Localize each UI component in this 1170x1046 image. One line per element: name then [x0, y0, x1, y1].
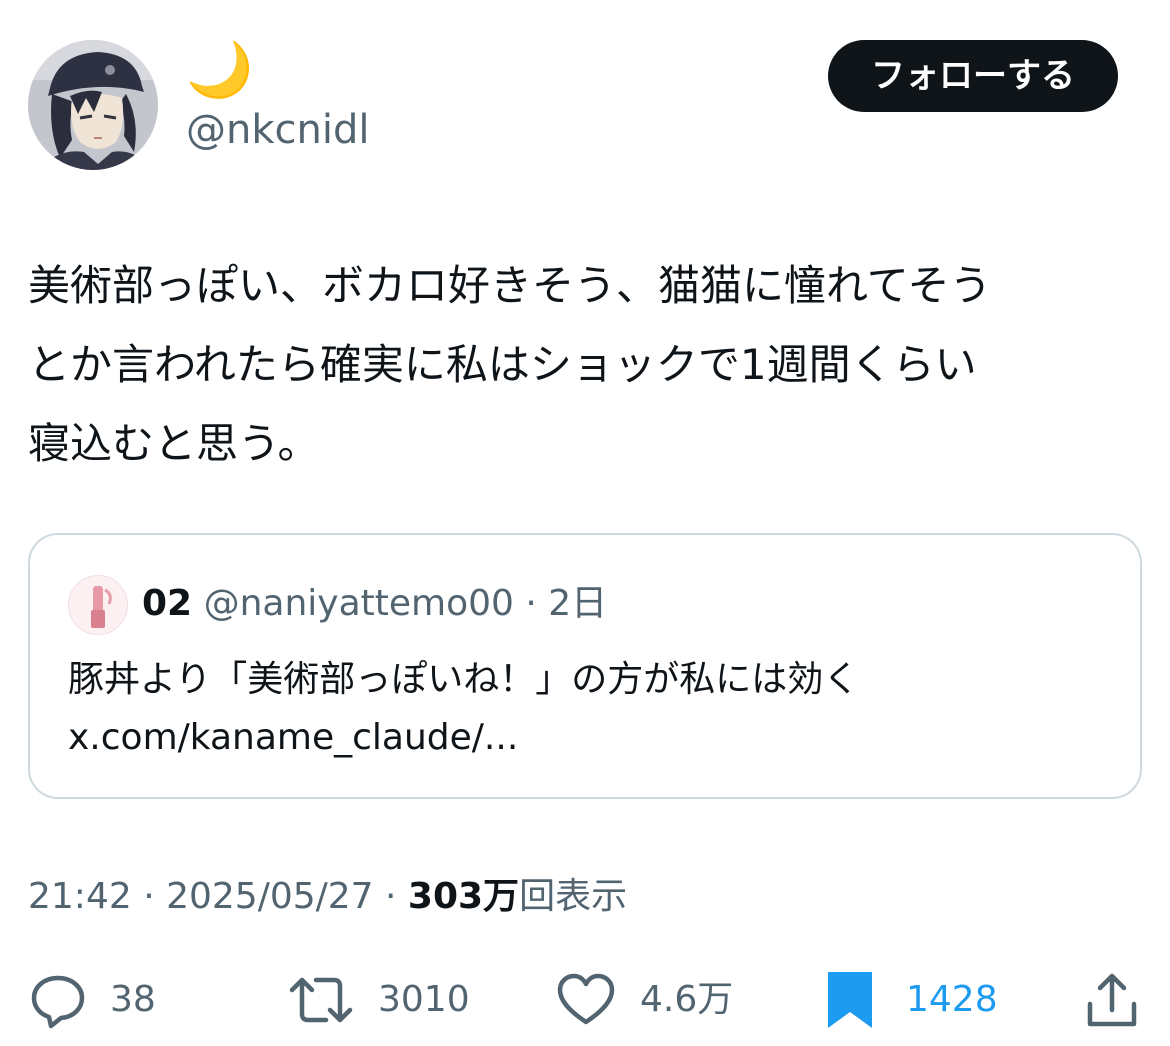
tweet-text: 美術部っぽい、ボカロ好きそう、猫猫に憧れてそう とか言われたら確実に私はショック… [28, 261, 992, 468]
share-button[interactable] [1084, 970, 1140, 1030]
bookmark-icon [828, 972, 872, 1028]
quoted-header: 02 @naniyattemo00 · 2日 [142, 579, 607, 629]
like-button[interactable]: 4.6万 [554, 970, 733, 1030]
quoted-author-avatar [68, 575, 128, 635]
heart-icon [557, 973, 615, 1025]
like-count: 4.6万 [640, 979, 734, 1020]
views-count: 303万 [407, 876, 520, 917]
author-display-name[interactable]: 🌙 [186, 40, 253, 100]
avatar-image [28, 40, 158, 170]
reply-button[interactable]: 38 [28, 970, 156, 1030]
quoted-handle-time: @naniyattemo00 · 2日 [203, 583, 608, 624]
bookmark-count: 1428 [906, 979, 998, 1020]
quoted-tweet-card[interactable]: 02 @naniyattemo00 · 2日 豚丼より「美術部っぽいね！」の方が… [28, 533, 1142, 799]
quoted-author-name: 02 [142, 583, 193, 624]
bookmark-button[interactable]: 1428 [826, 970, 998, 1030]
retweet-button[interactable]: 3010 [286, 970, 470, 1030]
author-avatar[interactable] [28, 40, 158, 170]
lipstick-icon [69, 576, 127, 634]
follow-button[interactable]: フォローする [828, 40, 1118, 112]
tweet-meta: 21:42 · 2025/05/27 · 303万回表示 [28, 872, 627, 922]
reply-count: 38 [110, 979, 156, 1020]
quoted-text-block: 豚丼より「美術部っぽいね！」の方が私には効く x.com/kaname_clau… [68, 651, 1108, 767]
tweet-timestamp[interactable]: 21:42 · 2025/05/27 · [28, 876, 408, 917]
views-label: 回表示 [519, 876, 628, 917]
retweet-count: 3010 [378, 979, 470, 1020]
quoted-link[interactable]: x.com/kaname_claude/... [68, 709, 1108, 767]
quoted-text: 豚丼より「美術部っぽいね！」の方が私には効く [68, 659, 860, 700]
share-icon [1087, 973, 1137, 1027]
reply-icon [31, 975, 85, 1029]
author-handle[interactable]: @nkcnidl [186, 106, 369, 154]
retweet-icon [289, 977, 353, 1023]
tweet-detail: 🌙 @nkcnidl フォローする 美術部っぽい、ボカロ好きそう、猫猫に憧れてそ… [0, 0, 1170, 1046]
